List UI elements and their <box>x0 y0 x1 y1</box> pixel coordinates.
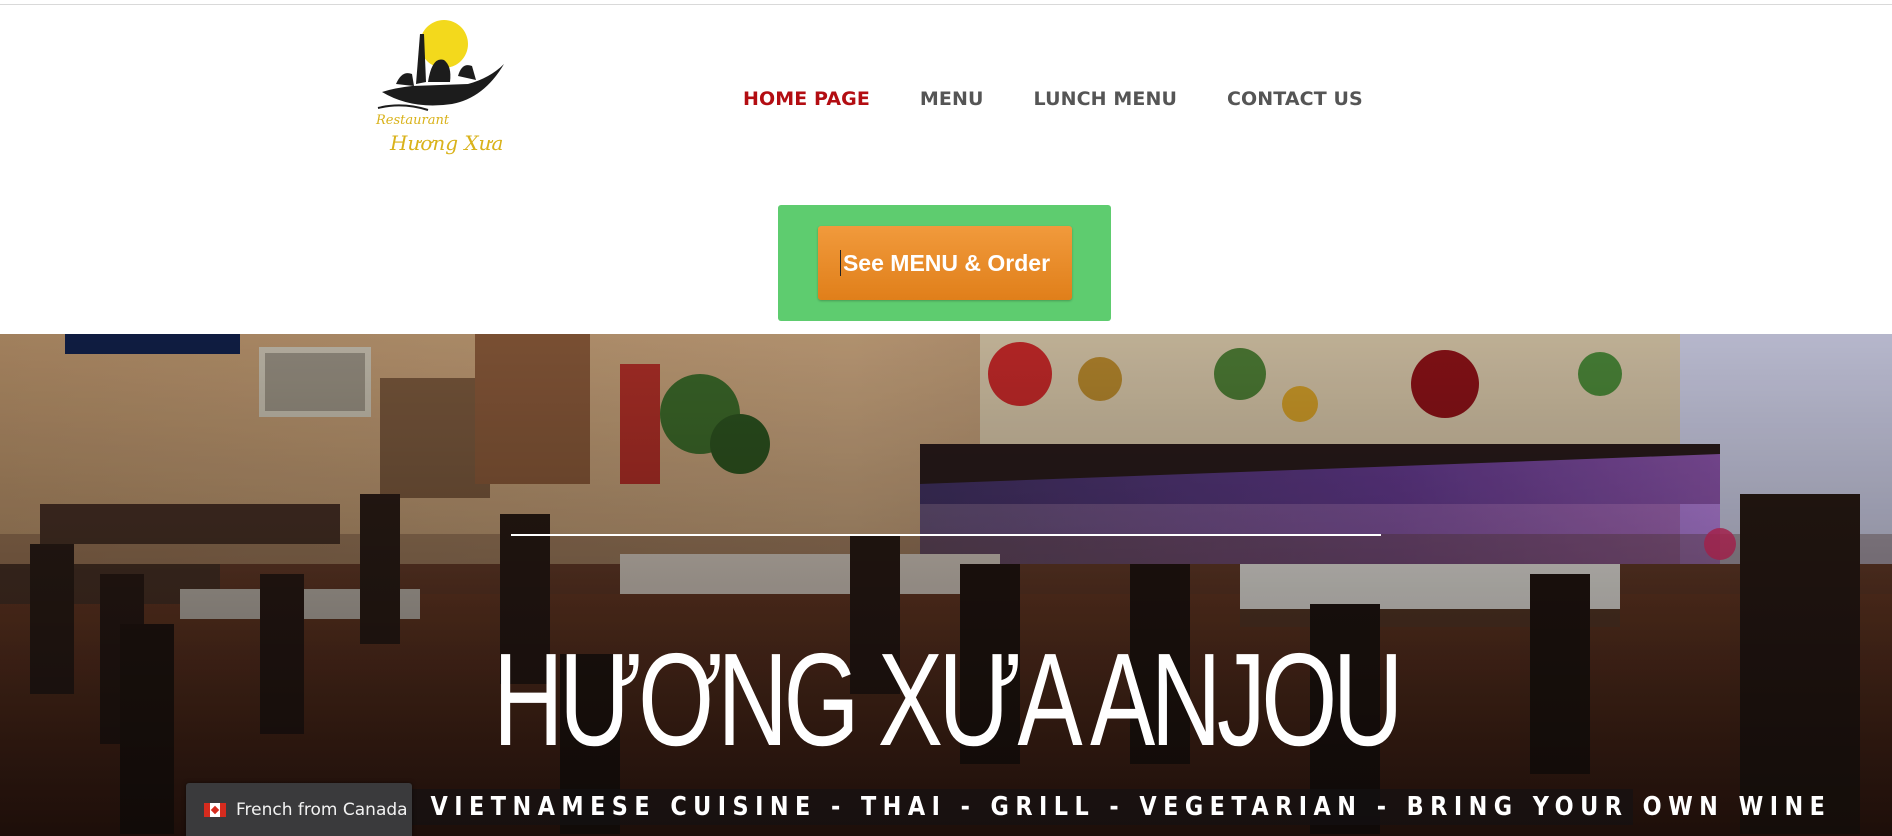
see-menu-order-button[interactable]: See MENU & Order <box>818 226 1072 300</box>
language-label: French from Canada <box>236 799 408 820</box>
nav-home-page[interactable]: HOME PAGE <box>743 88 870 110</box>
cta-container: See MENU & Order <box>778 205 1111 321</box>
canada-flag-icon <box>204 802 226 817</box>
logo-image: Restaurant Hương Xưa <box>375 20 504 155</box>
svg-text:Hương Xưa: Hương Xưa <box>389 131 503 155</box>
text-caret <box>839 250 841 276</box>
restaurant-logo[interactable]: Restaurant Hương Xưa <box>372 14 512 162</box>
nav-menu[interactable]: MENU <box>920 88 984 110</box>
hero-section: HƯƠNG XƯA ANJOU VIETNAMESE CUISINE - THA… <box>0 334 1892 836</box>
cta-label: See MENU & Order <box>842 249 1051 276</box>
main-nav: HOME PAGE MENU LUNCH MENU CONTACT US <box>743 86 1413 112</box>
hero-divider <box>511 534 1381 536</box>
top-border <box>0 4 1892 5</box>
language-selector[interactable]: French from Canada <box>186 783 412 836</box>
hero-subtitle: VIETNAMESE CUISINE - THAI - GRILL - VEGE… <box>430 792 1832 822</box>
svg-text:Restaurant: Restaurant <box>375 113 450 128</box>
nav-lunch-menu[interactable]: LUNCH MENU <box>1034 88 1177 110</box>
nav-contact-us[interactable]: CONTACT US <box>1227 88 1363 110</box>
hero-title: HƯƠNG XƯA ANJOU <box>493 626 1403 773</box>
